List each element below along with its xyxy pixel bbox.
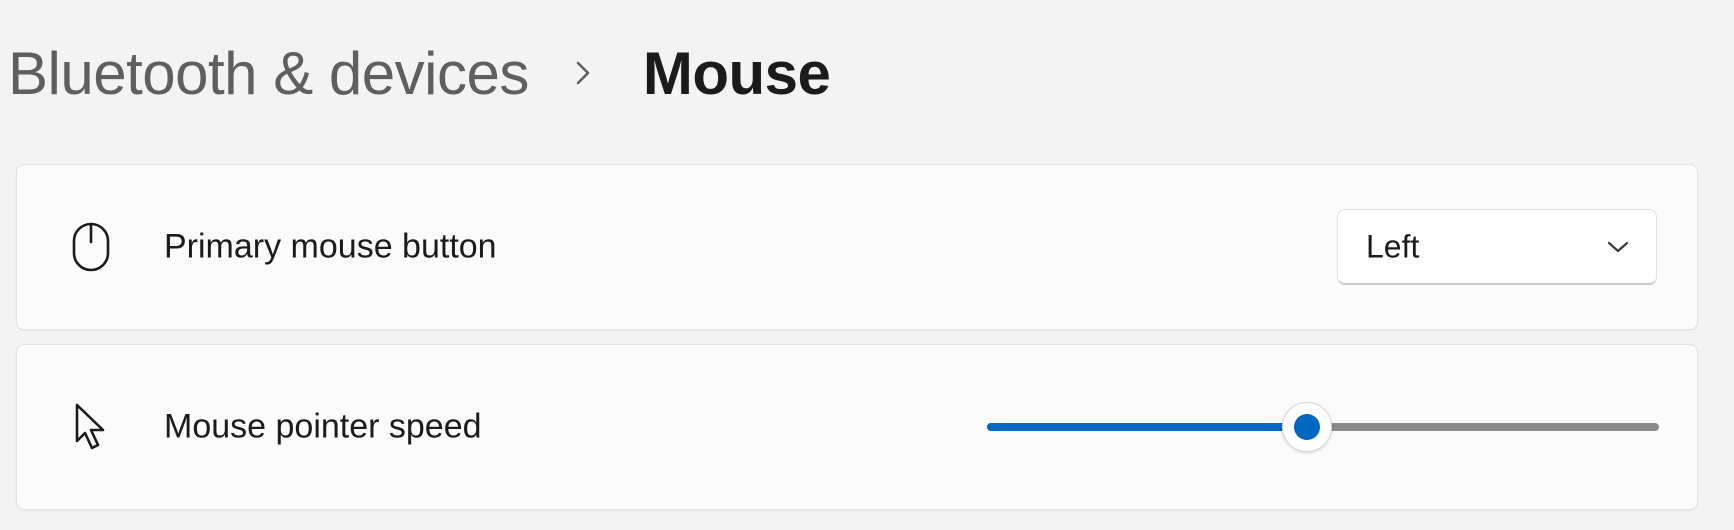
breadcrumb-parent-link[interactable]: Bluetooth & devices [8, 39, 529, 108]
slider-thumb-dot [1293, 414, 1320, 440]
page-title: Mouse [642, 39, 831, 107]
setting-label: Mouse pointer speed [164, 407, 482, 446]
setting-card-primary-mouse-button: Primary mouse button Left [16, 164, 1698, 330]
primary-button-dropdown[interactable]: Left [1337, 209, 1657, 285]
setting-label: Primary mouse button [164, 227, 497, 266]
chevron-down-icon [1606, 239, 1630, 255]
chevron-right-icon [575, 60, 591, 86]
dropdown-selected-value: Left [1366, 228, 1420, 264]
mouse-icon [67, 219, 115, 275]
pointer-icon [67, 399, 115, 455]
setting-card-pointer-speed: Mouse pointer speed [16, 344, 1698, 510]
slider-fill [987, 423, 1307, 431]
pointer-speed-slider[interactable] [987, 401, 1659, 453]
slider-thumb[interactable] [1281, 402, 1332, 452]
breadcrumb: Bluetooth & devices Mouse [8, 28, 831, 118]
